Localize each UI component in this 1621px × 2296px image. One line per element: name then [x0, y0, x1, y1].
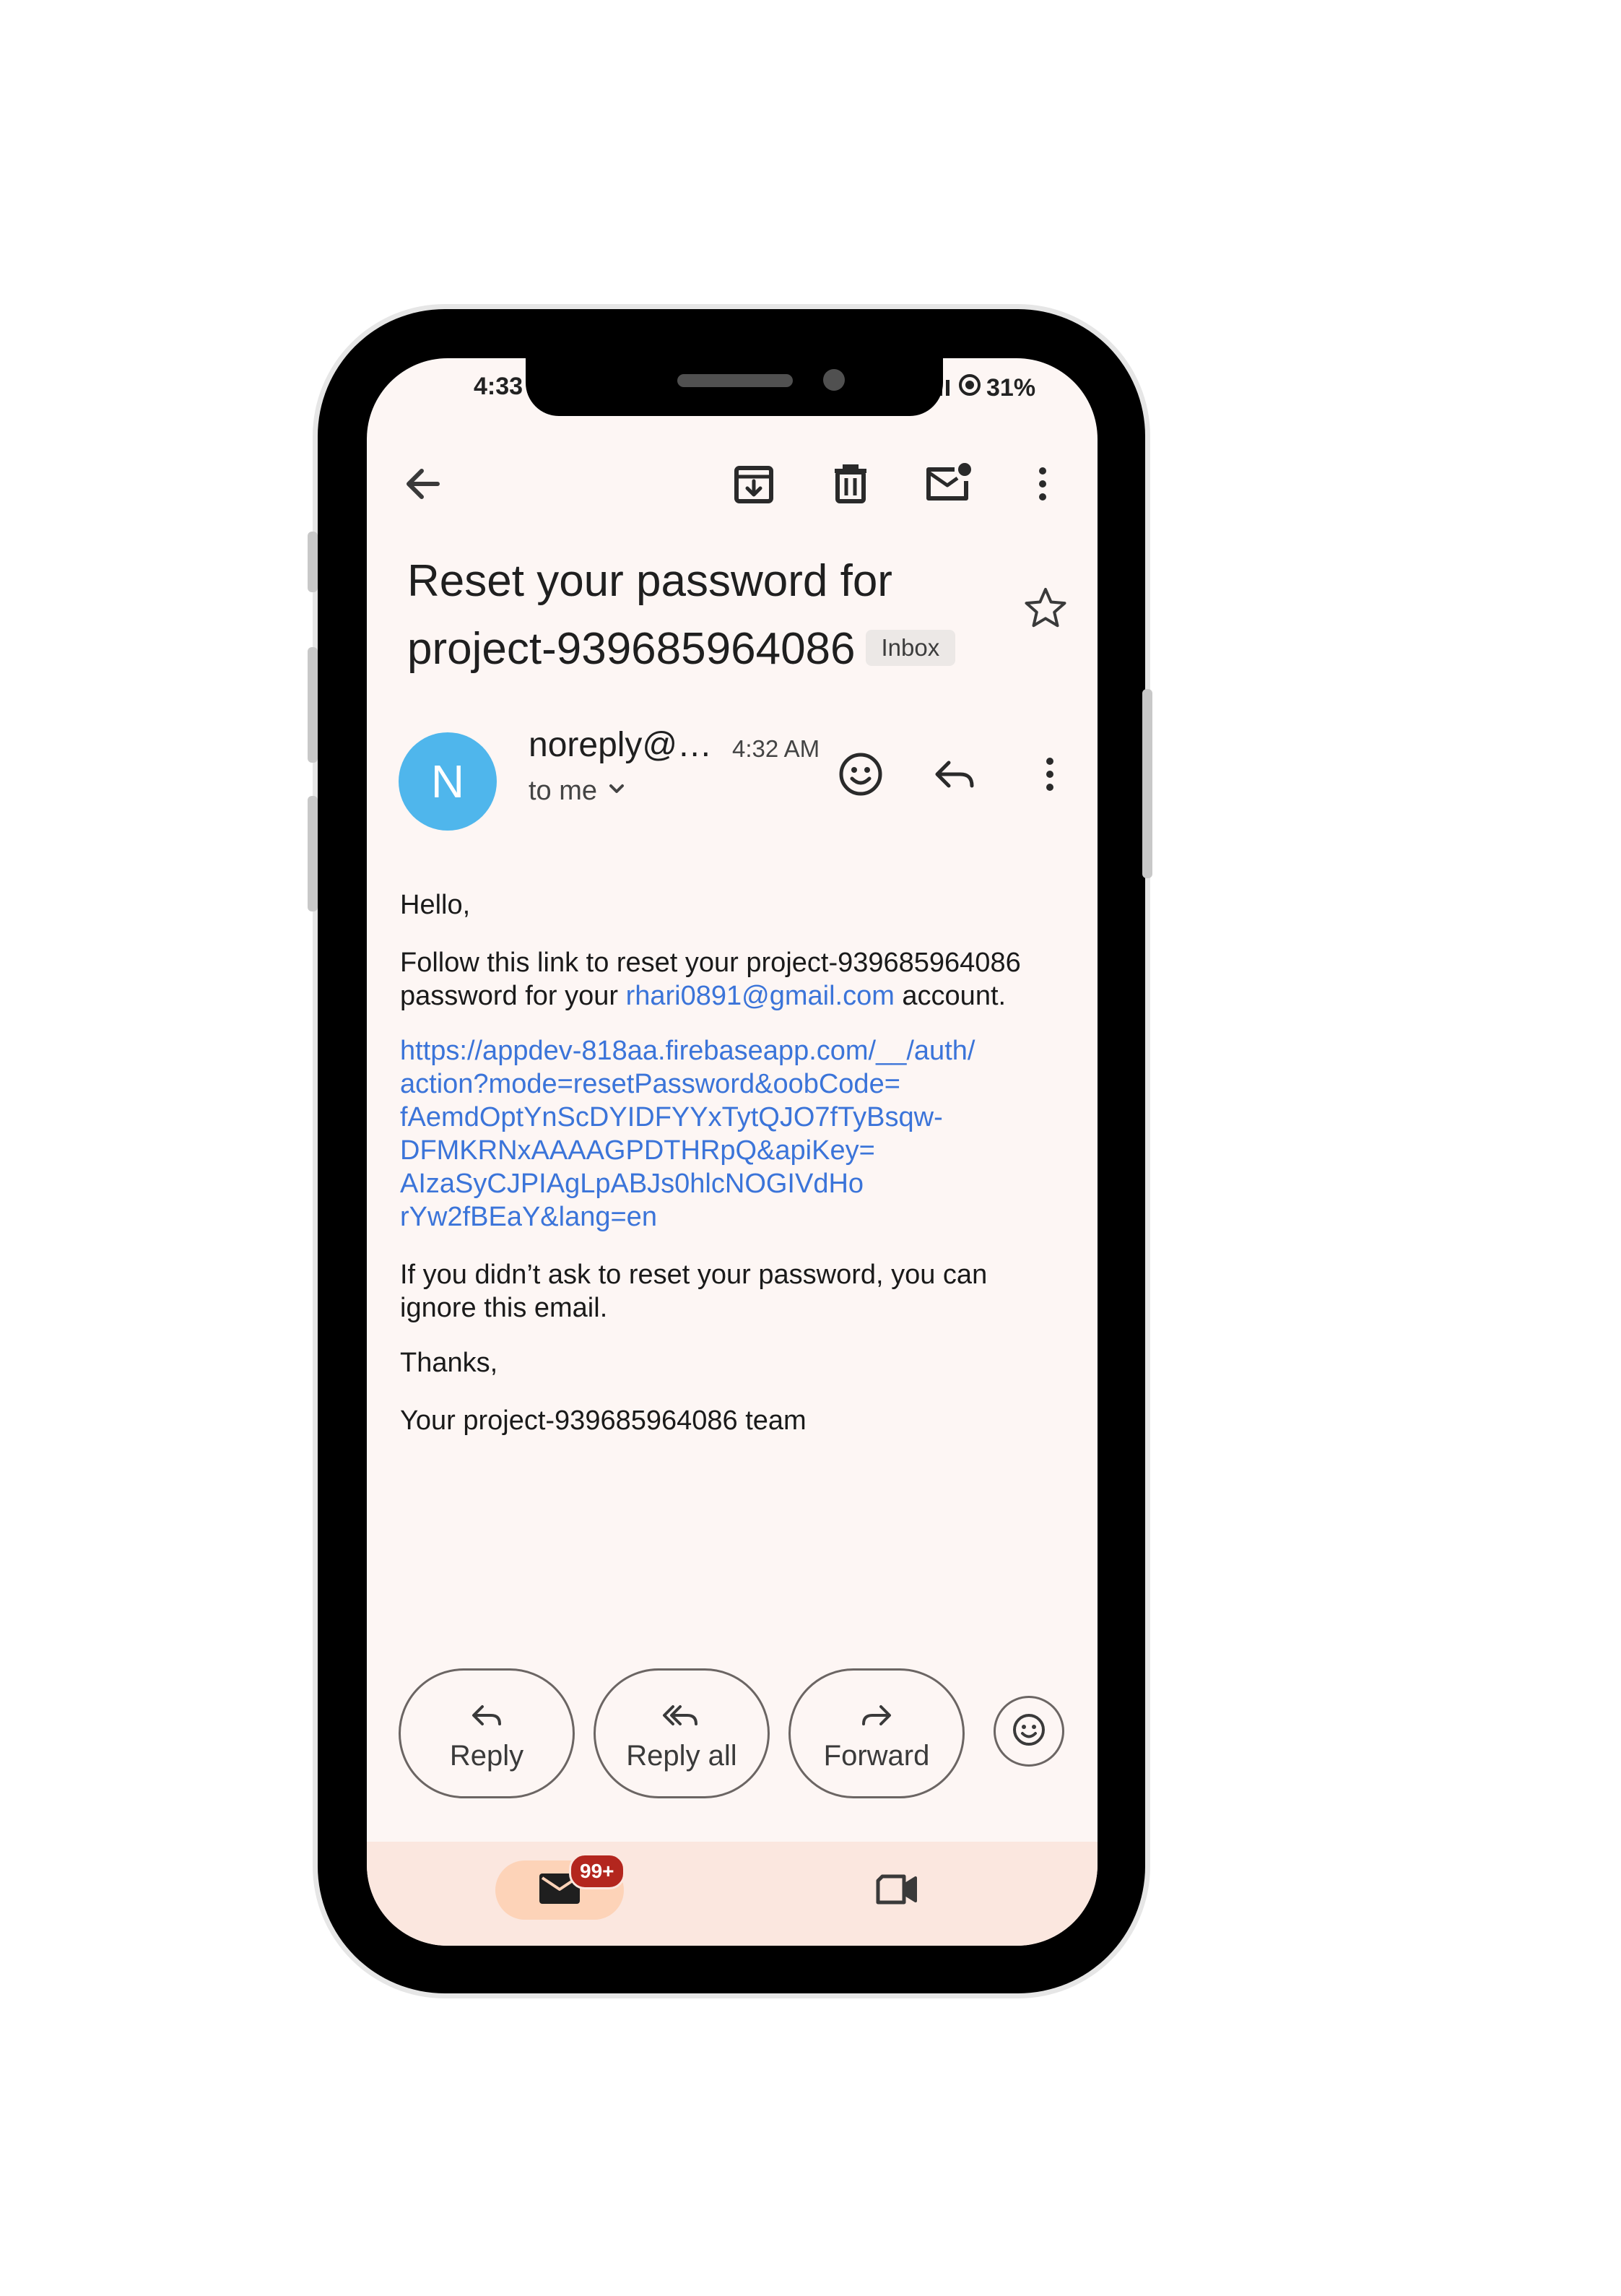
para1-text: password for your [400, 981, 626, 1011]
reset-password-link[interactable]: https://appdev-818aa.firebaseapp.com/__/… [400, 1034, 1050, 1234]
reply-all-button[interactable]: Reply all [594, 1668, 770, 1798]
recipient-toggle[interactable]: to me [529, 776, 627, 807]
camera [823, 369, 845, 391]
back-arrow-icon[interactable] [397, 458, 449, 510]
phone-power-button [1142, 689, 1152, 878]
email-time: 4:32 AM [732, 735, 820, 762]
message-more-icon[interactable] [1022, 747, 1077, 802]
para2-line-2: ignore this email. [400, 1293, 608, 1323]
star-icon[interactable] [1022, 585, 1069, 631]
email-subject: Reset your password for project-93968596… [407, 547, 970, 683]
data-saver-icon [957, 373, 982, 404]
body-signature: Your project-939685964086 team [400, 1405, 807, 1436]
recipient-text: to me [529, 776, 598, 806]
link-line: rYw2fBEaY&lang=en [400, 1202, 657, 1232]
speaker [677, 374, 793, 387]
link-line: AIzaSyCJPIAgLpABJs0hlcNOGIVdHo [400, 1169, 864, 1199]
trash-icon[interactable] [825, 458, 877, 510]
mail-unread-icon[interactable] [921, 458, 973, 510]
phone-volume-up [308, 647, 318, 763]
reply-icon[interactable] [927, 747, 982, 802]
body-greeting: Hello, [400, 890, 471, 920]
subject-project: project-939685964086 [407, 624, 856, 674]
reply-all-icon [596, 1701, 768, 1730]
subject-line-2: project-939685964086 Inbox [407, 615, 970, 683]
status-right: 31% [937, 373, 1035, 404]
sender-name[interactable]: noreply@… [529, 725, 712, 765]
para1-end: account. [894, 981, 1007, 1011]
smiley-icon [1009, 1710, 1049, 1754]
link-line: https://appdev-818aa.firebaseapp.com/__/… [400, 1036, 975, 1066]
forward-button[interactable]: Forward [788, 1668, 965, 1798]
body-thanks: Thanks, [400, 1348, 498, 1378]
battery-text: 31% [986, 374, 1036, 402]
para2-line-1: If you didn’t ask to reset your password… [400, 1260, 988, 1290]
emoji-react-button[interactable] [994, 1696, 1064, 1767]
inbox-label-chip[interactable]: Inbox [865, 629, 956, 666]
screen: 4:33 31% Reset your password for project… [367, 358, 1098, 1946]
notch [526, 358, 943, 416]
para1-line-2: password for your rhari0891@gmail.com ac… [400, 979, 1050, 1013]
unread-count-badge: 99+ [569, 1853, 625, 1889]
body-paragraph-2: If you didn’t ask to reset your password… [400, 1258, 1050, 1325]
archive-icon[interactable] [728, 458, 780, 510]
reply-button[interactable]: Reply [399, 1668, 575, 1798]
email-address-link[interactable]: rhari0891@gmail.com [626, 981, 895, 1011]
forward-label: Forward [823, 1740, 930, 1772]
emoji-reaction-icon[interactable] [833, 747, 888, 802]
phone-side-button [308, 532, 318, 592]
status-time: 4:33 [474, 373, 523, 400]
link-line: fAemdOptYnScDYIDFYYxTytQJO7fTyBsqw- [400, 1102, 943, 1132]
reply-all-label: Reply all [626, 1740, 737, 1772]
reply-label: Reply [449, 1740, 524, 1772]
sender-avatar[interactable]: N [399, 732, 497, 831]
bottom-navigation: 99+ [367, 1842, 1098, 1946]
forward-arrow-icon [791, 1701, 962, 1730]
para1-line-1: Follow this link to reset your project-9… [400, 948, 1021, 978]
more-vert-icon[interactable] [1017, 458, 1069, 510]
link-line: DFMKRNxAAAAGPDTHRpQ&apiKey= [400, 1135, 875, 1166]
chevron-down-icon [606, 776, 627, 807]
video-icon[interactable] [874, 1869, 920, 1910]
phone-volume-down [308, 796, 318, 911]
body-paragraph-1: Follow this link to reset your project-9… [400, 946, 1050, 1013]
reply-arrow-icon [401, 1701, 573, 1730]
subject-line-1: Reset your password for [407, 556, 892, 606]
link-line: action?mode=resetPassword&oobCode= [400, 1069, 900, 1099]
